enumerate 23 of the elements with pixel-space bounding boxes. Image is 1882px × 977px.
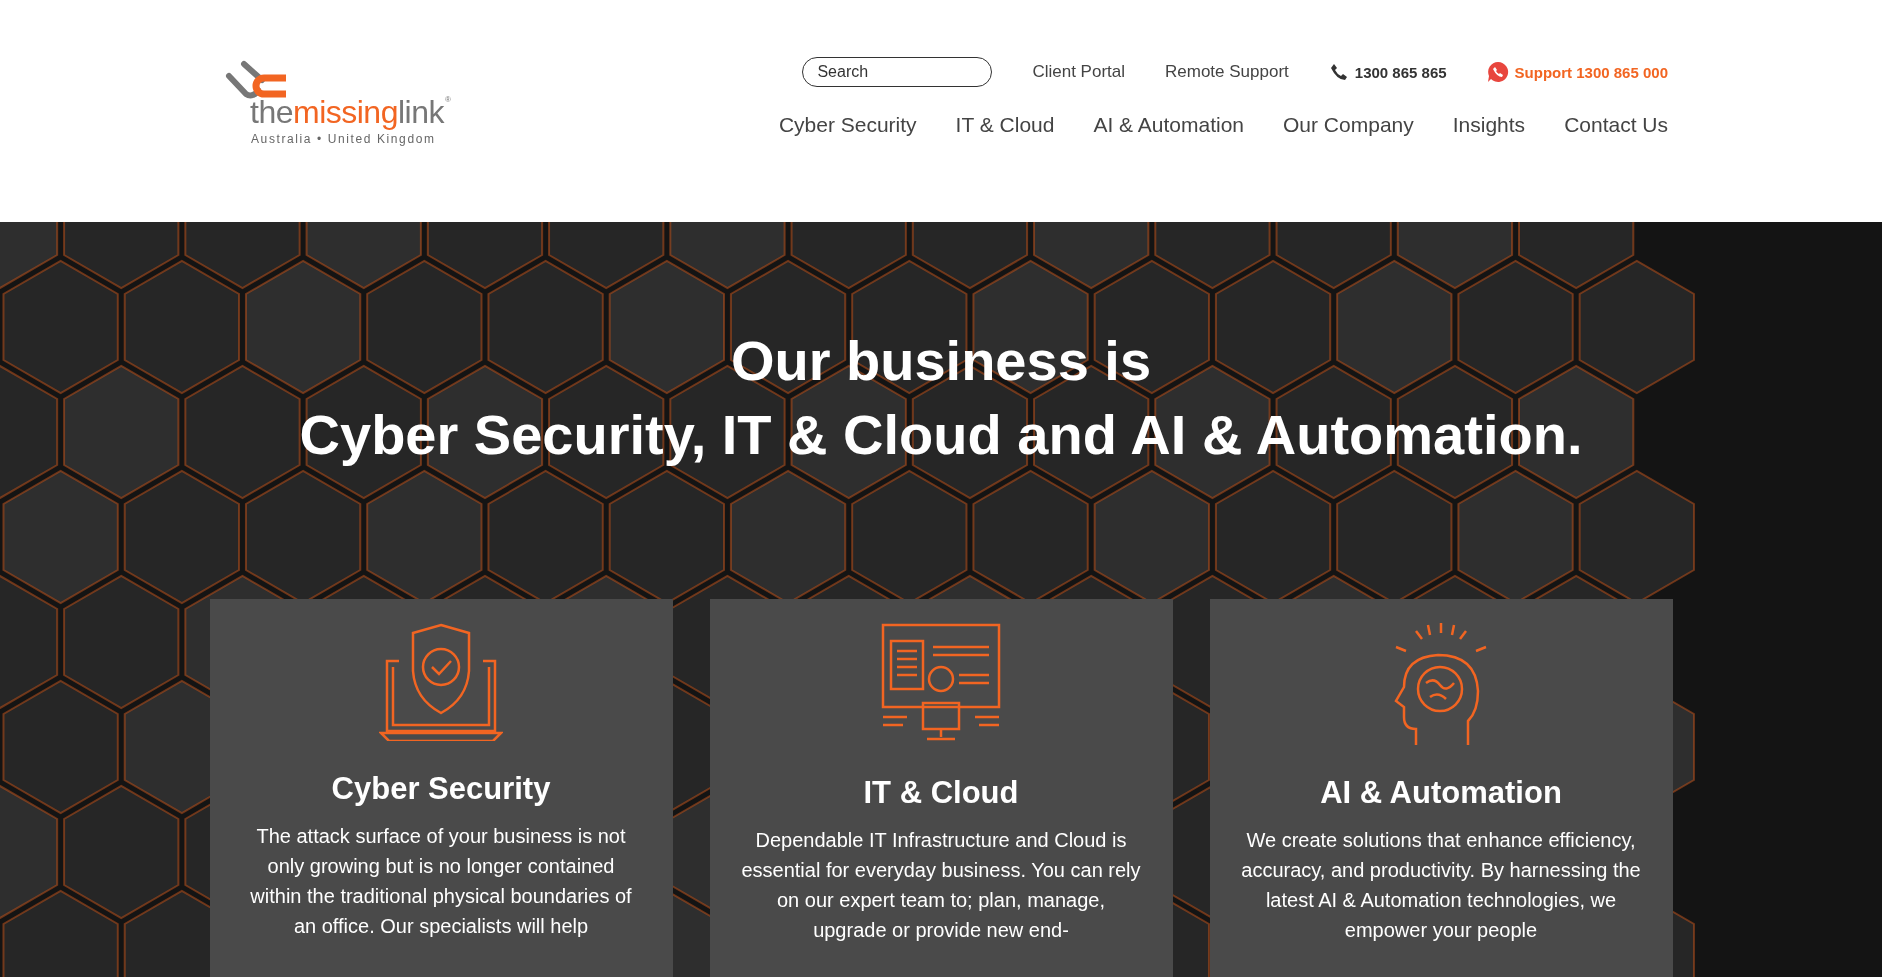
utility-link[interactable]: Remote Support [1165, 62, 1289, 82]
nav-link[interactable]: Contact Us [1564, 113, 1668, 137]
card-title: IT & Cloud [863, 775, 1019, 811]
nav-link[interactable]: IT & Cloud [955, 113, 1055, 137]
card-text: The attack surface of your business is not only growing but is no longer contained within the traditional physical boundaries of an office. Our specialists will help [249, 824, 633, 939]
card-title: AI & Automation [1320, 775, 1562, 811]
chat-phone-icon [1486, 61, 1509, 83]
logo-wordmark[interactable]: themissinglink® [250, 96, 451, 128]
nav-link[interactable]: Insights [1452, 113, 1526, 137]
phone-link[interactable]: 1300 865 865 [1328, 62, 1447, 82]
search-field[interactable]: Search [802, 57, 993, 87]
utility-link[interactable]: Client Portal [1032, 62, 1125, 82]
logo-tagline: Australia • United Kingdom [251, 132, 437, 146]
shield-laptop-icon [379, 621, 503, 741]
hero-headline: Our business is [730, 328, 1152, 394]
nav-link[interactable]: AI & Automation [1093, 113, 1245, 137]
nav-link[interactable]: Cyber Security [778, 113, 917, 137]
card-title: Cyber Security [331, 771, 551, 807]
card-text: We create solutions that enhance efficiency, accuracy, and productivity. By harnessing the latest AI & Automation technologies, we empower your people [1240, 828, 1642, 943]
nav-link[interactable]: Our Company [1283, 113, 1414, 137]
card-text: Dependable IT Infrastructure and Cloud is essential for everyday business. You can rely on our expert team to; plan, manage, upgrade or provide new end- [740, 828, 1142, 943]
hero-headline: Cyber Security, IT & Cloud and AI & Automation. [299, 402, 1583, 468]
phone-icon [1328, 62, 1349, 82]
